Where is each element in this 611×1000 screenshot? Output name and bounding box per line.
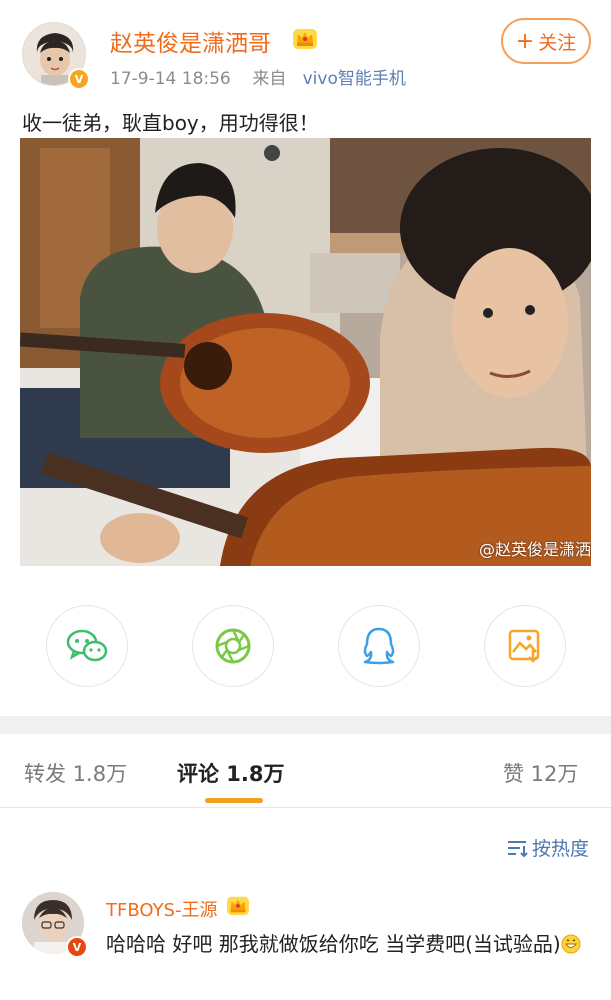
post-text: 收一徒弟，耿直boy，用功得很！: [22, 111, 319, 135]
interaction-tabs: 转发 1.8万 评论 1.8万 赞 12万: [0, 734, 611, 808]
post-photo[interactable]: @赵英俊是潇洒: [20, 138, 591, 566]
save-image-button[interactable]: [484, 605, 566, 687]
share-row: [0, 605, 611, 691]
post-meta: 17-9-14 18:56 来自 vivo智能手机: [110, 64, 406, 89]
crown-icon: [293, 29, 317, 49]
sort-label: 按热度: [532, 838, 590, 860]
section-divider: [0, 716, 611, 734]
moments-icon: [215, 628, 251, 664]
source-prefix: 来自: [252, 69, 287, 89]
share-moments-button[interactable]: [192, 605, 274, 687]
comment-body: 哈哈哈 好吧 那我就做饭给你吃 当学费吧(当试验品): [106, 932, 561, 956]
save-image-icon: [508, 629, 540, 663]
crown-icon: [227, 896, 249, 916]
tab-repost[interactable]: 转发 1.8万: [24, 758, 127, 788]
sort-button[interactable]: 按热度: [506, 834, 589, 861]
sort-icon: [508, 840, 528, 857]
post-source[interactable]: vivo智能手机: [303, 69, 406, 89]
commenter-username[interactable]: TFBOYS-王源: [106, 896, 217, 922]
tab-comment[interactable]: 评论 1.8万: [177, 758, 285, 788]
qq-icon: [363, 627, 395, 665]
verified-badge-icon: V: [66, 936, 88, 958]
plus-icon: +: [515, 28, 535, 54]
post-header: V 赵英俊是潇洒哥 17-9-14 18:56 来自 vivo智能手机 + 关注: [0, 0, 611, 100]
photo-image: [20, 138, 591, 566]
poster-avatar[interactable]: V: [22, 22, 90, 90]
grin-emoji-icon: [561, 934, 581, 954]
post-time: 17-9-14 18:56: [110, 69, 231, 89]
wechat-icon: [66, 629, 108, 662]
comment-text: 哈哈哈 好吧 那我就做饭给你吃 当学费吧(当试验品): [106, 928, 591, 960]
follow-button[interactable]: + 关注: [501, 18, 591, 64]
share-wechat-button[interactable]: [46, 605, 128, 687]
active-tab-indicator: [205, 798, 263, 803]
verified-badge-icon: V: [68, 68, 90, 90]
poster-username[interactable]: 赵英俊是潇洒哥: [110, 24, 271, 58]
follow-label: 关注: [538, 31, 577, 54]
commenter-avatar[interactable]: V: [22, 892, 88, 958]
photo-watermark: @赵英俊是潇洒: [478, 540, 591, 559]
share-qq-button[interactable]: [338, 605, 420, 687]
tab-like[interactable]: 赞 12万: [503, 758, 578, 788]
